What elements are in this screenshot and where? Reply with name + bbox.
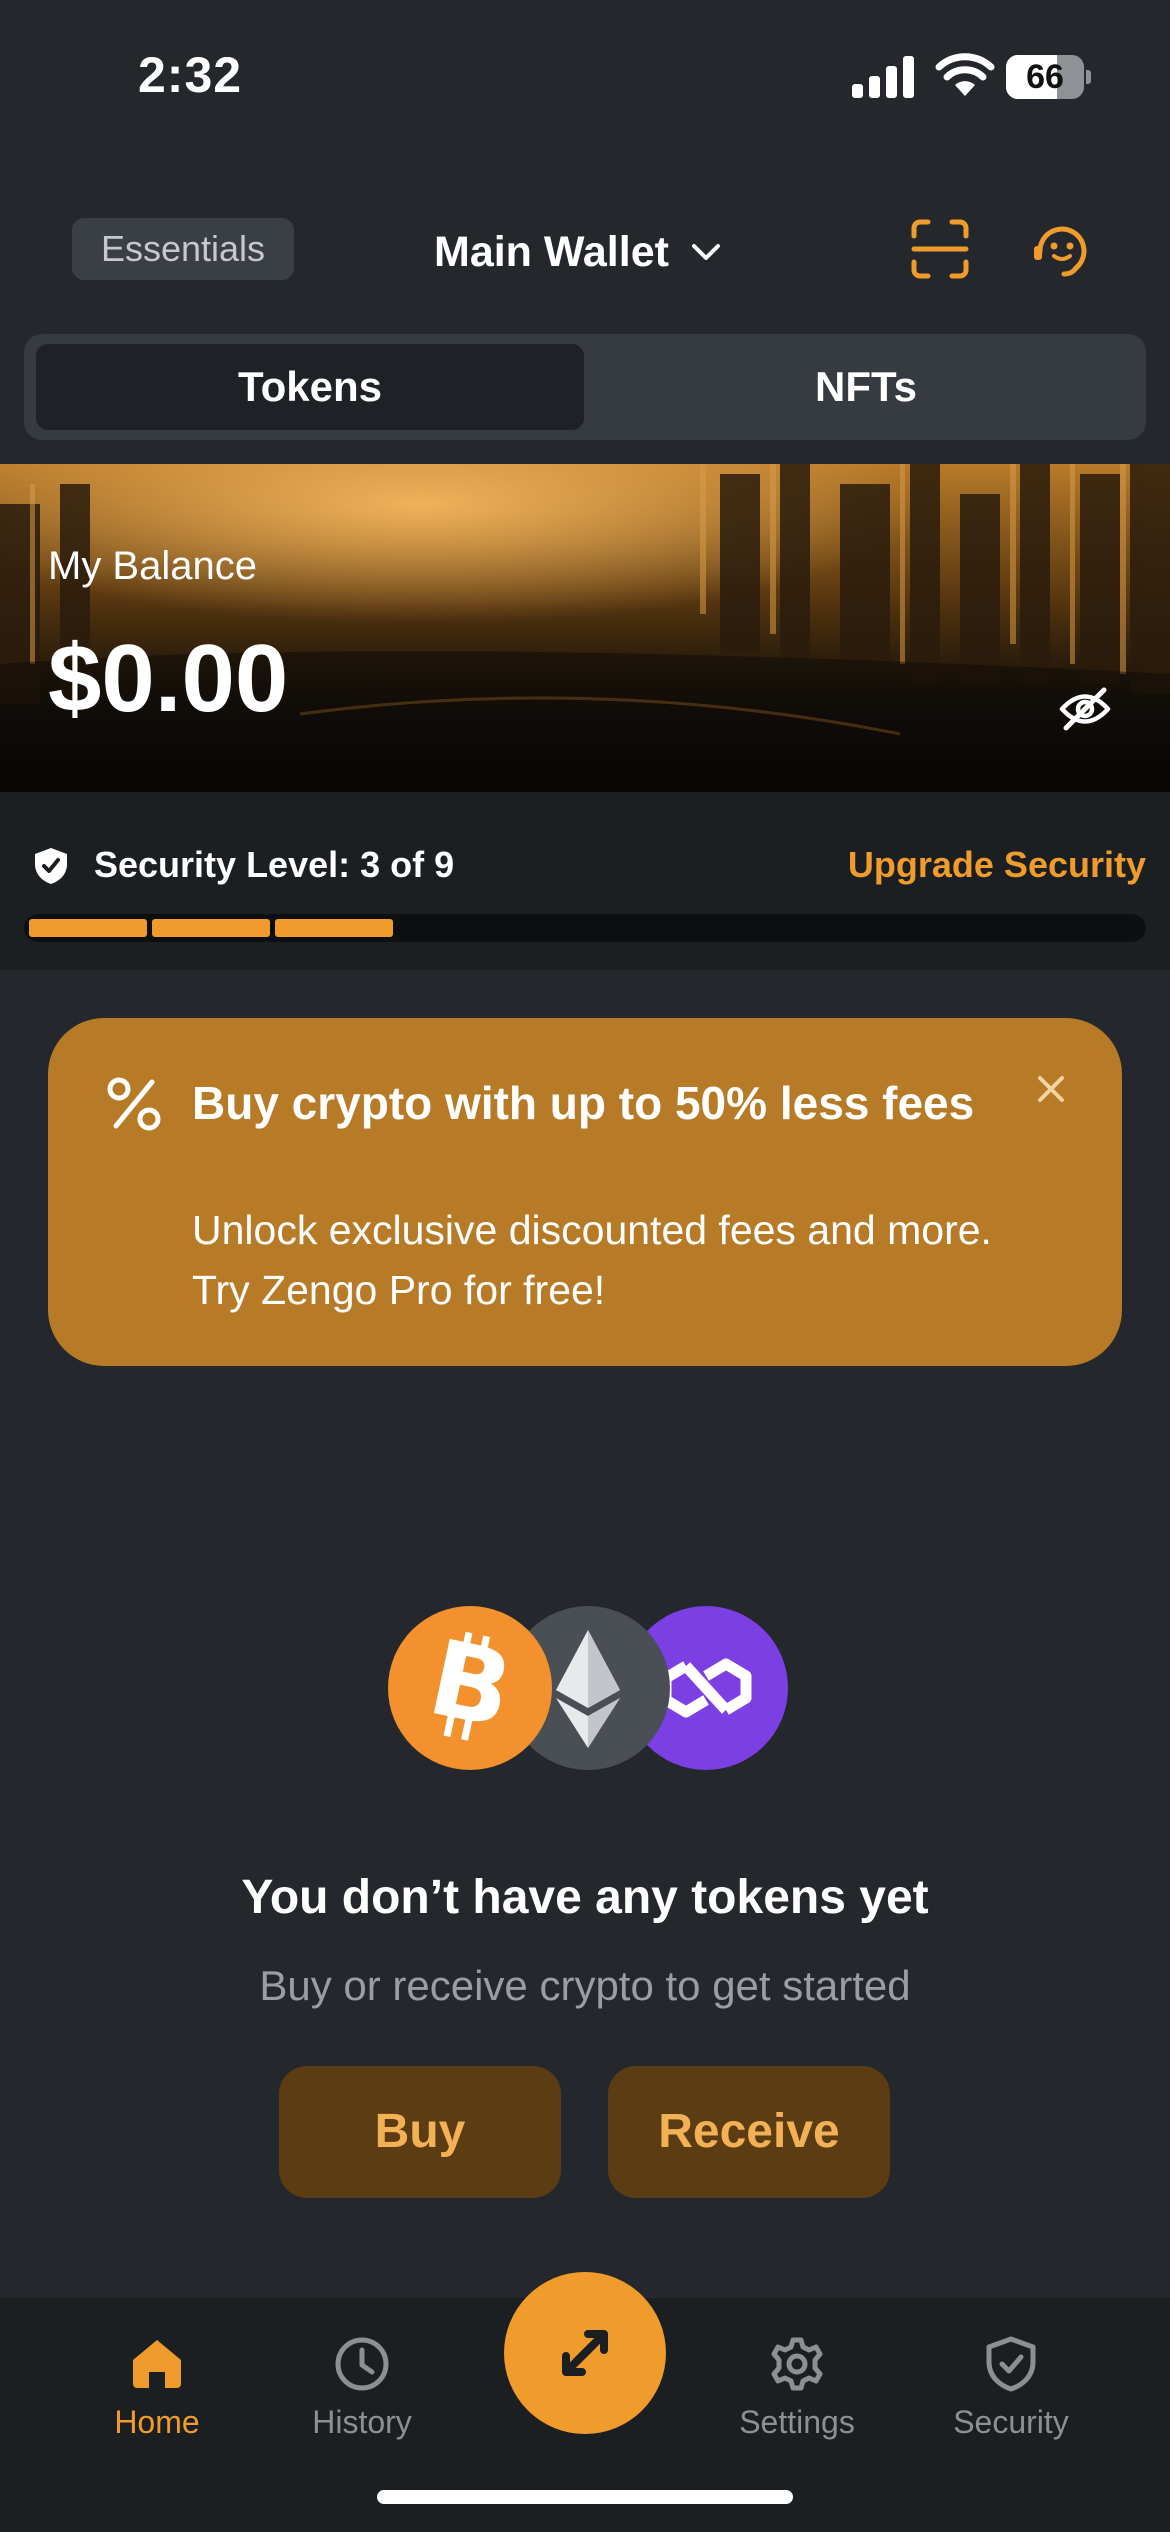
swap-arrows-icon [562, 2330, 608, 2376]
wallet-name: Main Wallet [434, 227, 669, 276]
scan-icon[interactable] [910, 218, 970, 280]
status-bar: 2:32 66 [0, 0, 1170, 150]
gear-icon [771, 2337, 823, 2391]
chevron-down-icon [691, 244, 720, 260]
security-progress-segment [152, 919, 270, 937]
promo-title: Buy crypto with up to 50% less fees [192, 1077, 975, 1129]
nav-home-label: Home [114, 2404, 200, 2440]
asset-tabs: Tokens NFTs [24, 334, 1146, 440]
nav-security[interactable]: Security [911, 2320, 1111, 2460]
wifi-icon [935, 53, 995, 96]
bitcoin-icon: B [388, 1606, 552, 1770]
nav-settings-label: Settings [739, 2404, 855, 2440]
tab-nfts[interactable]: NFTs [592, 344, 1140, 430]
promo-body: Unlock exclusive discounted fees and mor… [192, 1207, 992, 1313]
balance-label: My Balance [48, 544, 257, 588]
percent-icon [107, 1077, 161, 1131]
security-progress-bar [24, 914, 1146, 942]
swap-button[interactable] [504, 2272, 666, 2434]
empty-state-subtitle: Buy or receive crypto to get started [259, 1962, 911, 2009]
promo-banner[interactable]: Buy crypto with up to 50% less fees Unlo… [48, 1018, 1122, 1366]
upgrade-security-link[interactable]: Upgrade Security [848, 844, 1146, 886]
coin-icons: B [388, 1606, 788, 1770]
close-icon[interactable] [1036, 1074, 1066, 1104]
security-level-text: Security Level: 3 of 9 [94, 844, 455, 885]
nav-security-label: Security [953, 2404, 1069, 2440]
empty-state-title: You don’t have any tokens yet [241, 1871, 929, 1924]
essentials-badge[interactable]: Essentials [72, 218, 294, 280]
home-screen: 2:32 66 Essentials Main Wallet Tokens NF… [0, 0, 1170, 2532]
clock-icon [335, 2337, 389, 2391]
nav-history-label: History [312, 2404, 412, 2440]
support-agent-icon[interactable] [1032, 218, 1092, 280]
battery-percent: 66 [1026, 58, 1064, 96]
security-level-section: Security Level: 3 of 9 Upgrade Security [0, 792, 1170, 970]
eye-off-icon[interactable] [1058, 684, 1112, 734]
home-indicator [377, 2490, 793, 2504]
receive-button[interactable]: Receive [608, 2066, 890, 2198]
home-icon [133, 2340, 181, 2388]
shield-check-icon [35, 848, 67, 884]
buy-button[interactable]: Buy [279, 2066, 561, 2198]
shield-icon [986, 2336, 1036, 2392]
nav-settings[interactable]: Settings [697, 2320, 897, 2460]
nav-home[interactable]: Home [57, 2320, 257, 2460]
signal-icon [852, 56, 914, 98]
status-time: 2:32 [138, 47, 243, 103]
nav-history[interactable]: History [262, 2320, 462, 2460]
tab-tokens[interactable]: Tokens [36, 344, 584, 430]
battery-icon: 66 [1006, 55, 1091, 99]
security-progress-segment [275, 919, 393, 937]
security-progress-segment [29, 919, 147, 937]
wallet-selector[interactable]: Main Wallet [434, 222, 723, 282]
balance-amount: $0.00 [48, 625, 289, 732]
balance-card: My Balance $0.00 [0, 464, 1170, 792]
